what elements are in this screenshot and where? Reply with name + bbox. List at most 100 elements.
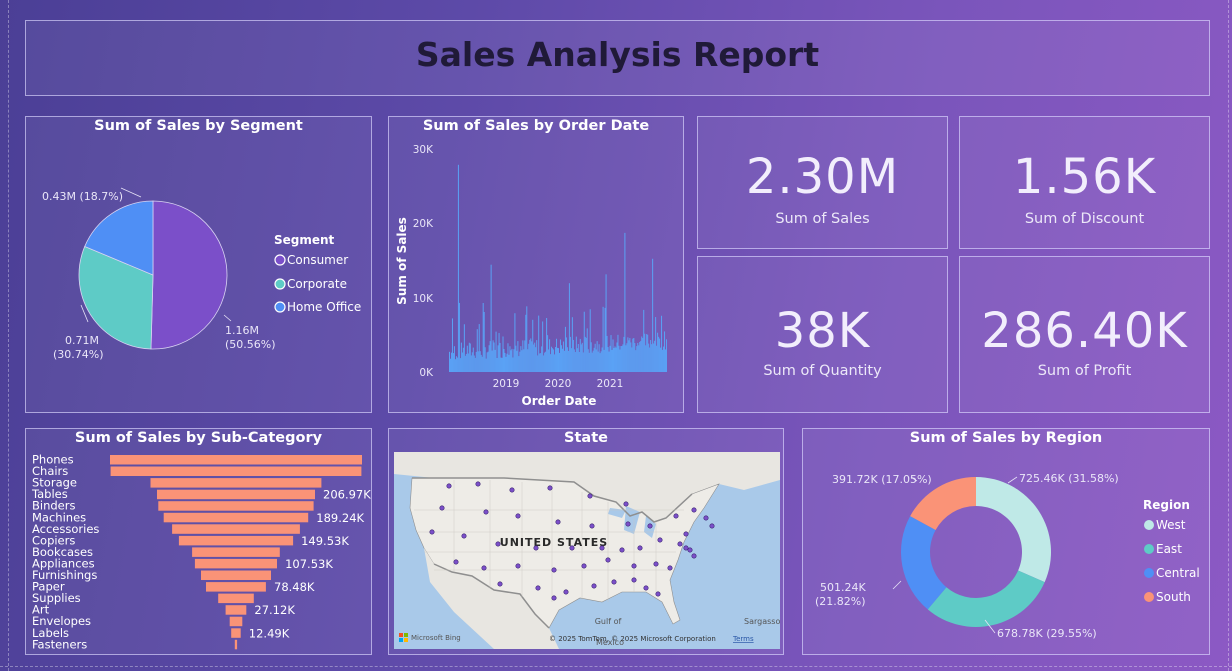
state-marker[interactable]	[667, 565, 673, 571]
order-date-bar[interactable]	[491, 350, 493, 372]
order-date-bar[interactable]	[516, 350, 518, 372]
state-marker[interactable]	[429, 529, 435, 535]
order-date-bar[interactable]	[454, 359, 456, 372]
order-date-bar[interactable]	[612, 339, 614, 372]
order-date-bar[interactable]	[601, 347, 603, 372]
order-date-bar[interactable]	[498, 333, 500, 372]
state-marker[interactable]	[703, 515, 709, 521]
order-date-bar[interactable]	[524, 340, 526, 372]
order-date-bar[interactable]	[477, 351, 479, 372]
order-date-bar[interactable]	[574, 352, 576, 372]
state-marker[interactable]	[637, 545, 643, 551]
order-date-bar[interactable]	[509, 346, 511, 372]
state-marker[interactable]	[599, 545, 605, 551]
order-date-bar[interactable]	[550, 354, 552, 372]
order-date-bar[interactable]	[542, 321, 544, 372]
order-date-bar[interactable]	[530, 338, 532, 372]
order-date-bar[interactable]	[470, 355, 472, 372]
state-marker[interactable]	[483, 509, 489, 515]
order-date-bar[interactable]	[543, 355, 545, 372]
state-marker[interactable]	[497, 581, 503, 587]
order-date-bar[interactable]	[504, 352, 506, 372]
state-marker[interactable]	[551, 567, 557, 573]
order-date-bar[interactable]	[615, 347, 617, 372]
order-date-bar[interactable]	[641, 336, 643, 372]
order-date-bar[interactable]	[602, 306, 604, 372]
state-marker[interactable]	[563, 589, 569, 595]
order-date-bar[interactable]	[616, 342, 618, 372]
state-marker[interactable]	[587, 493, 593, 499]
order-date-bar[interactable]	[539, 353, 541, 372]
order-date-bar[interactable]	[650, 340, 652, 372]
order-date-bar[interactable]	[567, 350, 569, 372]
order-date-bar[interactable]	[560, 345, 562, 372]
order-date-bar[interactable]	[579, 338, 581, 372]
state-marker[interactable]	[611, 579, 617, 585]
region-legend-east[interactable]: East	[1144, 542, 1182, 556]
order-date-bar[interactable]	[501, 357, 503, 372]
state-marker[interactable]	[605, 557, 611, 563]
order-date-bar[interactable]	[503, 348, 505, 372]
subcategory-bar-machines[interactable]	[163, 512, 309, 523]
order-date-bar[interactable]	[487, 351, 489, 372]
order-date-bar[interactable]	[638, 345, 640, 372]
segment-legend-home-office[interactable]: Home Office	[274, 300, 361, 314]
state-marker[interactable]	[643, 585, 649, 591]
subcategory-bar-accessories[interactable]	[172, 524, 300, 534]
order-date-bar[interactable]	[492, 340, 494, 372]
order-date-bar[interactable]	[619, 349, 621, 372]
order-date-bar[interactable]	[547, 335, 549, 372]
order-date-bar[interactable]	[630, 342, 632, 372]
subcategory-bar-supplies[interactable]	[218, 593, 254, 604]
order-date-bar[interactable]	[513, 349, 515, 372]
order-date-bar[interactable]	[663, 346, 665, 372]
order-date-bar[interactable]	[538, 315, 540, 372]
order-date-bar[interactable]	[450, 352, 452, 372]
order-date-bar[interactable]	[569, 336, 571, 372]
order-date-bar[interactable]	[495, 331, 497, 372]
region-legend-west[interactable]: West	[1144, 518, 1186, 532]
state-marker[interactable]	[515, 563, 521, 569]
state-marker[interactable]	[591, 583, 597, 589]
segment-legend-consumer[interactable]: Consumer	[274, 253, 348, 267]
order-date-bar[interactable]	[456, 357, 458, 372]
order-date-bar[interactable]	[537, 355, 539, 372]
order-date-bar[interactable]	[563, 350, 565, 372]
order-date-bar[interactable]	[643, 309, 645, 372]
state-marker[interactable]	[691, 553, 697, 559]
order-date-bar[interactable]	[649, 347, 651, 372]
region-legend-south[interactable]: South	[1144, 590, 1191, 604]
order-date-bar[interactable]	[623, 336, 625, 372]
order-date-bar[interactable]	[582, 352, 584, 372]
order-date-bar[interactable]	[484, 347, 486, 372]
subcategory-bar-fasteners[interactable]	[234, 639, 238, 650]
order-date-bar[interactable]	[522, 340, 524, 372]
order-date-bar[interactable]	[474, 357, 476, 372]
state-marker[interactable]	[439, 505, 445, 511]
order-date-bar[interactable]	[666, 339, 668, 372]
order-date-bar[interactable]	[476, 329, 478, 372]
subcategory-bar-storage[interactable]	[150, 478, 322, 488]
order-date-bar[interactable]	[665, 349, 667, 372]
region-slice-east[interactable]	[927, 570, 1045, 627]
order-date-bar[interactable]	[648, 343, 650, 372]
order-date-bar[interactable]	[562, 341, 564, 372]
segment-slice-consumer[interactable]	[150, 200, 228, 350]
order-date-bar[interactable]	[535, 347, 537, 372]
order-date-bar[interactable]	[497, 345, 499, 372]
state-marker[interactable]	[495, 541, 501, 547]
order-date-bar[interactable]	[471, 352, 473, 372]
state-marker[interactable]	[631, 577, 637, 583]
state-marker[interactable]	[653, 561, 659, 567]
order-date-bar[interactable]	[505, 356, 507, 372]
order-date-bar[interactable]	[490, 264, 492, 372]
order-date-bar[interactable]	[588, 352, 590, 372]
kpi-card-discount[interactable]: 1.56K Sum of Discount	[959, 116, 1210, 249]
order-date-bar[interactable]	[520, 346, 522, 372]
map-terms-link[interactable]: Terms	[732, 635, 754, 643]
order-date-bar[interactable]	[468, 342, 470, 372]
order-date-bar[interactable]	[557, 347, 559, 372]
order-date-bar[interactable]	[545, 351, 547, 372]
order-date-bar[interactable]	[591, 352, 593, 372]
order-date-bar[interactable]	[480, 354, 482, 372]
